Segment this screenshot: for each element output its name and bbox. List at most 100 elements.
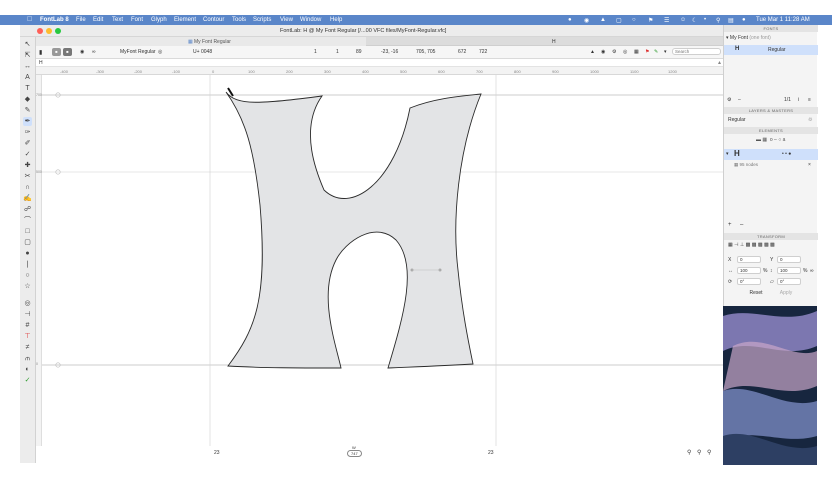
menu-font[interactable]: Font — [131, 17, 143, 23]
metric-a-field[interactable]: 1 — [314, 49, 317, 55]
panel-settings-icon[interactable]: ⚙ — [727, 97, 731, 103]
glyph-h-outline[interactable] — [225, 91, 482, 369]
rectangle-tool-icon[interactable]: □ — [23, 227, 32, 236]
scale-x-field[interactable]: 100 — [737, 267, 761, 274]
zoom-out-icon[interactable]: ⚲ — [687, 449, 691, 456]
size-field[interactable]: 705, 705 — [416, 49, 435, 55]
cog-icon[interactable]: ⚙ — [612, 49, 616, 55]
view-icon[interactable]: ◉ — [601, 49, 605, 55]
font-row[interactable]: ▾ My Font (one font) — [726, 35, 771, 41]
status-icon[interactable]: ◉ — [584, 17, 589, 24]
guide-green-icon[interactable]: ✓ — [23, 376, 32, 385]
warning-icon[interactable]: ▲ — [590, 49, 595, 55]
shield-icon[interactable]: ▲ — [600, 17, 606, 23]
x-position-field[interactable]: 0 — [737, 256, 761, 263]
menu-window[interactable]: Window — [300, 17, 321, 23]
contour-select-icon[interactable]: ⇱ — [23, 51, 32, 60]
menu-glyph[interactable]: Glyph — [151, 17, 167, 23]
layer-toggle-icon[interactable]: ◎ — [158, 49, 162, 55]
tab-right-label[interactable]: H — [552, 39, 556, 45]
bluetooth-icon[interactable]: • — [704, 17, 706, 23]
moon-icon[interactable]: ☾ — [692, 17, 697, 24]
anchor-icon[interactable]: ⫙ — [23, 354, 32, 363]
menu-scripts[interactable]: Scripts — [253, 17, 271, 23]
display-icon[interactable]: ▢ — [616, 17, 622, 24]
menu-edit[interactable]: Edit — [93, 17, 103, 23]
menu-tools[interactable]: Tools — [232, 17, 246, 23]
link-icon[interactable]: ∞ — [92, 49, 96, 55]
magnet-icon[interactable]: ∩ — [23, 183, 32, 192]
panel-menu-icon[interactable]: ≡ — [808, 97, 811, 103]
wifi-icon[interactable]: ☰ — [664, 17, 669, 24]
right-sidebearing-value[interactable]: 23 — [488, 450, 494, 456]
flag-icon[interactable]: ⚑ — [645, 49, 649, 55]
info-icon[interactable]: i — [798, 97, 799, 103]
siri-icon[interactable]: ● — [742, 17, 746, 23]
trash-icon[interactable]: ♲ — [808, 117, 812, 123]
element-toolbar-icons[interactable]: ▬ ▦ o – ○ a — [756, 137, 785, 143]
remove-element-button[interactable]: – — [740, 222, 743, 228]
menu-text[interactable]: Text — [112, 17, 123, 23]
power-nib-icon[interactable]: ✓ — [23, 150, 32, 159]
close-button[interactable] — [37, 28, 43, 34]
coords-field[interactable]: -23, -16 — [381, 49, 398, 55]
align-toolbar[interactable]: ▦ ⊣ ⊥ ▩ ▩ ▩ ▩ ▩ — [728, 242, 775, 248]
circle-icon[interactable]: ○ — [632, 17, 636, 23]
dropdown-icon[interactable]: ▾ — [664, 49, 667, 55]
mode-button-1[interactable]: ■ — [52, 48, 61, 56]
search-input[interactable] — [672, 48, 721, 55]
scale-y-field[interactable]: 100 — [777, 267, 801, 274]
ellipse-tool-icon[interactable]: ○ — [23, 271, 32, 280]
horizontal-ruler[interactable]: -400 -300 -200 -100 0 100 200 300 400 50… — [36, 67, 723, 75]
star-tool-icon[interactable]: ☆ — [23, 282, 32, 291]
lock-icon[interactable]: ◉ — [80, 49, 84, 55]
layer-name[interactable]: Regular — [728, 117, 746, 123]
grid-toggle-icon[interactable]: ▦ — [634, 49, 639, 55]
zoom-button[interactable] — [55, 28, 61, 34]
knife-icon[interactable]: ✚ — [23, 161, 32, 170]
zoom-in-icon[interactable]: ⚲ — [707, 449, 711, 456]
eyedropper-icon[interactable]: ☍ — [23, 205, 32, 214]
pin-icon[interactable]: ◎ — [623, 49, 627, 55]
kerning-icon[interactable]: A — [23, 73, 32, 82]
font-selector[interactable]: MyFont Regular — [120, 49, 156, 55]
font-master-row[interactable]: H Regular — [724, 45, 818, 55]
pencil-icon[interactable]: ✎ — [23, 106, 32, 115]
pointer-icon[interactable]: ↖ — [23, 40, 32, 49]
menubar-clock[interactable]: Tue Mar 1 11:28 AM — [756, 17, 810, 23]
metric-c-field[interactable]: 89 — [356, 49, 362, 55]
arc-icon[interactable]: ⌒ — [23, 216, 32, 225]
element-visibility-icons[interactable]: • • ● — [782, 151, 791, 157]
rotate-field[interactable]: 0° — [737, 278, 761, 285]
sidebearing-icon[interactable]: ⊣ — [23, 310, 32, 319]
menu-element[interactable]: Element — [174, 17, 196, 23]
preview-icon[interactable]: ◐ — [23, 365, 32, 374]
brush-icon[interactable]: ✐ — [23, 139, 32, 148]
rounded-rect-icon[interactable]: ▢ — [23, 238, 32, 247]
guide-red-icon[interactable]: ⊤ — [23, 332, 32, 341]
width-field[interactable]: 672 — [458, 49, 466, 55]
control-center-icon[interactable]: ▤ — [728, 17, 734, 24]
record-icon[interactable]: ● — [568, 17, 572, 23]
panel-dash-icon[interactable]: – — [738, 97, 741, 103]
menu-contour[interactable]: Contour — [203, 17, 224, 23]
menu-help[interactable]: Help — [330, 17, 342, 23]
eraser-icon[interactable]: ◆ — [23, 95, 32, 104]
menu-view[interactable]: View — [280, 17, 293, 23]
add-element-button[interactable]: + — [728, 222, 732, 228]
rapid-pen-icon[interactable]: ✑ — [23, 128, 32, 137]
y-position-field[interactable]: 0 — [777, 256, 801, 263]
apple-icon[interactable]:  — [27, 16, 32, 23]
sidebar-toggle-icon[interactable]: ▮ — [39, 49, 42, 56]
fill-icon[interactable]: ● — [23, 249, 32, 258]
chain-link-icon[interactable]: ∞ — [810, 268, 814, 274]
slant-field[interactable]: 0° — [777, 278, 801, 285]
menu-file[interactable]: File — [76, 17, 86, 23]
tool-options-icon[interactable]: ◎ — [23, 299, 32, 308]
flag-icon[interactable]: ⚑ — [648, 17, 653, 24]
zoom-icon[interactable]: ⚲ — [697, 449, 701, 456]
pen-tool-icon[interactable]: ✒ — [23, 117, 32, 126]
mode-button-2[interactable]: ■ — [63, 48, 72, 56]
active-tab[interactable]: ▦ My Font Regular — [36, 37, 366, 46]
element-nodes-row[interactable]: ▦ 95 nodes — [734, 162, 758, 168]
